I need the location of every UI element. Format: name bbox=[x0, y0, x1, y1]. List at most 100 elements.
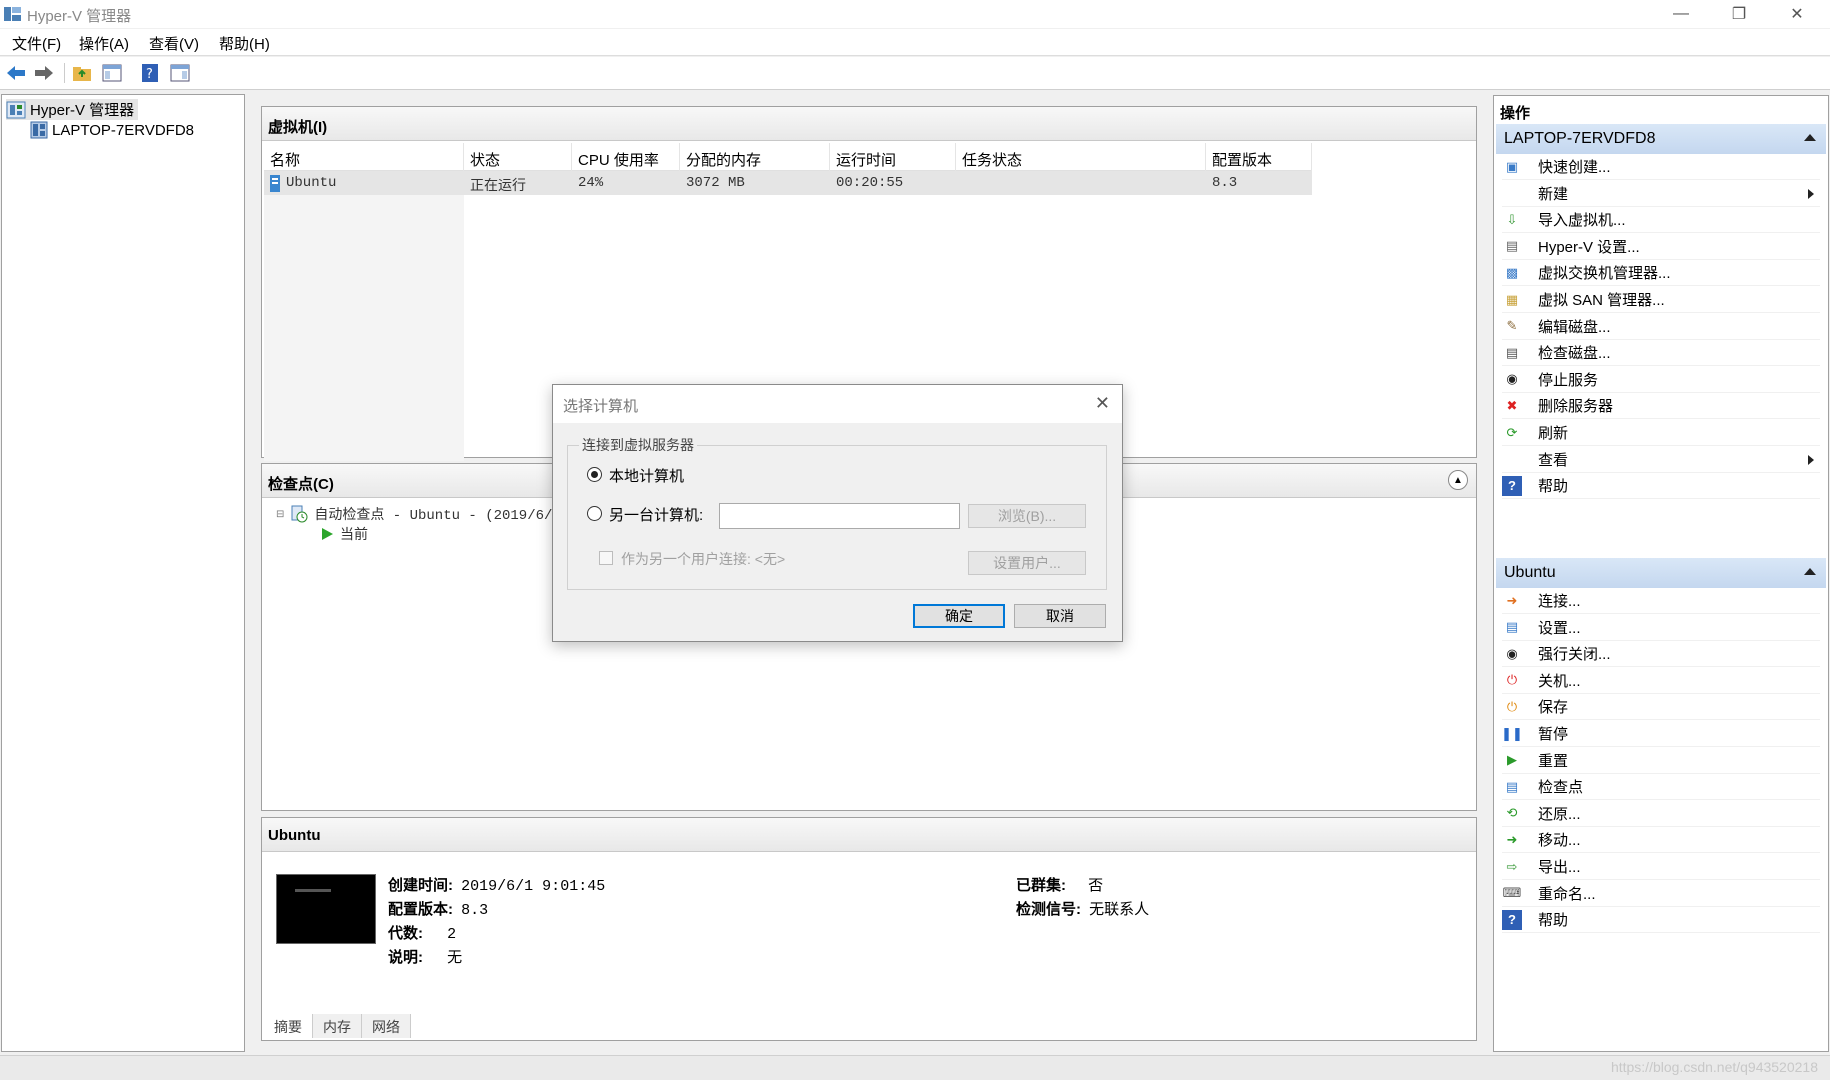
blank-icon bbox=[1502, 449, 1522, 469]
action-label: 虚拟交换机管理器... bbox=[1538, 265, 1671, 283]
column-header-cpu[interactable]: CPU 使用率 bbox=[572, 143, 680, 171]
remove-server-icon: ✖ bbox=[1506, 397, 1518, 413]
action-label: 连接... bbox=[1538, 593, 1581, 610]
action-vm-11[interactable]: ⌨ 重命名... bbox=[1502, 881, 1820, 907]
action-host-3[interactable]: ▤ Hyper-V 设置... bbox=[1502, 234, 1820, 260]
action-host-4[interactable]: ▩ 虚拟交换机管理器... bbox=[1502, 260, 1820, 287]
show-hide-action-pane-icon[interactable] bbox=[168, 61, 192, 85]
collapse-caret-icon[interactable] bbox=[1804, 134, 1816, 141]
action-host-2[interactable]: ⇩ 导入虚拟机... bbox=[1502, 207, 1820, 234]
minimize-icon[interactable]: — bbox=[1652, 0, 1710, 28]
action-vm-8[interactable]: ⟲ 还原... bbox=[1502, 801, 1820, 827]
action-label: 重置 bbox=[1538, 752, 1569, 770]
vm-thumbnail[interactable] bbox=[276, 874, 376, 944]
back-icon[interactable] bbox=[4, 61, 28, 85]
action-host-9[interactable]: ✖ 删除服务器 bbox=[1502, 393, 1820, 420]
version-value: 8.3 bbox=[461, 902, 489, 919]
actions-section-vm-label: Ubuntu bbox=[1504, 564, 1556, 581]
action-vm-5[interactable]: ❚❚ 暂停 bbox=[1501, 721, 1820, 747]
collapse-icon[interactable]: ▲ bbox=[1448, 470, 1468, 490]
vm-pane-title: 虚拟机(I) bbox=[262, 107, 1476, 141]
menu-view[interactable]: 查看(V) bbox=[149, 33, 199, 54]
vm-state-cell: 正在运行 bbox=[470, 177, 526, 193]
help-icon: ? bbox=[1502, 909, 1522, 930]
tree-root-label: Hyper-V 管理器 bbox=[30, 102, 135, 119]
close-icon[interactable]: ✕ bbox=[1768, 0, 1826, 28]
action-vm-12[interactable]: ? 帮助 bbox=[1502, 907, 1820, 934]
action-vm-0[interactable]: ➜ 连接... bbox=[1502, 588, 1820, 614]
column-header-version[interactable]: 配置版本 bbox=[1206, 143, 1312, 171]
action-label: 移动... bbox=[1538, 832, 1581, 850]
heartbeat-label: 检测信号: bbox=[1016, 901, 1081, 918]
heartbeat-value: 无联系人 bbox=[1089, 901, 1150, 918]
up-folder-icon[interactable] bbox=[70, 61, 94, 85]
help-icon[interactable]: ? bbox=[138, 61, 162, 85]
browse-button[interactable]: 浏览(B)... bbox=[968, 504, 1086, 528]
reset-icon: ▶ bbox=[1507, 752, 1517, 768]
ok-button[interactable]: 确定 bbox=[913, 604, 1005, 628]
forward-icon[interactable] bbox=[32, 61, 56, 85]
column-header-memory[interactable]: 分配的内存 bbox=[680, 143, 830, 171]
tree-node-root[interactable]: Hyper-V 管理器 bbox=[6, 99, 139, 120]
column-header-uptime[interactable]: 运行时间 bbox=[830, 143, 956, 171]
action-vm-9[interactable]: ➜ 移动... bbox=[1502, 827, 1820, 854]
navigation-tree: Hyper-V 管理器 LAPTOP-7ERVDFD8 bbox=[1, 94, 245, 1052]
group-label: 连接到虚拟服务器 bbox=[579, 435, 697, 455]
created-row: 创建时间: 2019/6/1 9:01:45 bbox=[388, 874, 605, 895]
action-host-1[interactable]: 新建 bbox=[1502, 181, 1820, 207]
show-hide-tree-icon[interactable] bbox=[100, 61, 124, 85]
cancel-button[interactable]: 取消 bbox=[1014, 604, 1106, 628]
checkpoint-auto[interactable]: ⊟ 自动检查点 - Ubuntu - (2019/6/1 bbox=[276, 504, 561, 524]
action-label: 检查点 bbox=[1538, 779, 1584, 797]
menu-action[interactable]: 操作(A) bbox=[79, 33, 129, 54]
tab-memory[interactable]: 内存 bbox=[313, 1014, 362, 1038]
restore-icon[interactable]: ❐ bbox=[1710, 0, 1768, 28]
action-vm-7[interactable]: ▤ 检查点 bbox=[1502, 774, 1820, 801]
tree-node-host[interactable]: LAPTOP-7ERVDFD8 bbox=[30, 121, 194, 139]
action-host-10[interactable]: ⟳ 刷新 bbox=[1502, 420, 1820, 446]
action-label: 编辑磁盘... bbox=[1538, 318, 1611, 336]
action-host-0[interactable]: ▣ 快速创建... bbox=[1502, 154, 1820, 180]
created-label: 创建时间: bbox=[388, 877, 453, 894]
action-vm-2[interactable]: ◉ 强行关闭... bbox=[1502, 641, 1820, 668]
action-host-11[interactable]: 查看 bbox=[1502, 447, 1820, 473]
action-host-12[interactable]: ? 帮助 bbox=[1502, 473, 1820, 500]
actions-section-host[interactable]: LAPTOP-7ERVDFD8 bbox=[1496, 124, 1826, 154]
action-vm-3[interactable]: ⏻ 关机... bbox=[1502, 668, 1820, 694]
action-label: 刷新 bbox=[1538, 425, 1569, 442]
action-host-8[interactable]: ◉ 停止服务 bbox=[1502, 367, 1820, 393]
settings-icon: ▤ bbox=[1505, 619, 1519, 635]
radio-other-computer[interactable] bbox=[587, 506, 602, 521]
action-label: 关机... bbox=[1538, 672, 1581, 690]
local-computer-label[interactable]: 本地计算机 bbox=[609, 465, 684, 486]
set-user-button[interactable]: 设置用户... bbox=[968, 551, 1086, 575]
other-computer-input[interactable] bbox=[719, 503, 960, 529]
vm-cpu-cell: 24% bbox=[578, 175, 604, 191]
menu-file[interactable]: 文件(F) bbox=[12, 33, 61, 54]
radio-local-computer[interactable] bbox=[587, 467, 602, 482]
action-vm-4[interactable]: ⏻ 保存 bbox=[1502, 694, 1820, 721]
virtual-san-icon: ▦ bbox=[1505, 291, 1519, 307]
action-vm-10[interactable]: ⇨ 导出... bbox=[1502, 854, 1820, 880]
column-header-state[interactable]: 状态 bbox=[464, 143, 572, 171]
table-row[interactable]: Ubuntu 正在运行 24% 3072 MB 00:20:55 8.3 bbox=[264, 171, 1312, 195]
collapse-caret-icon[interactable] bbox=[1804, 568, 1816, 575]
tab-summary[interactable]: 摘要 bbox=[264, 1014, 313, 1038]
submenu-arrow-icon bbox=[1808, 188, 1814, 199]
action-vm-1[interactable]: ▤ 设置... bbox=[1502, 615, 1820, 641]
menu-help[interactable]: 帮助(H) bbox=[219, 33, 270, 54]
other-computer-label[interactable]: 另一台计算机: bbox=[609, 504, 703, 525]
checkpoint-current[interactable]: 当前 bbox=[320, 524, 368, 544]
close-icon[interactable]: ✕ bbox=[1095, 393, 1110, 414]
column-header-task[interactable]: 任务状态 bbox=[956, 143, 1206, 171]
actions-section-vm[interactable]: Ubuntu bbox=[1496, 558, 1826, 588]
action-vm-6[interactable]: ▶ 重置 bbox=[1502, 748, 1820, 774]
tree-expander-icon[interactable]: ⊟ bbox=[276, 509, 284, 520]
action-host-5[interactable]: ▦ 虚拟 SAN 管理器... bbox=[1502, 287, 1820, 313]
tab-network[interactable]: 网络 bbox=[362, 1014, 411, 1038]
connect-as-user-checkbox[interactable] bbox=[599, 551, 613, 565]
hyperv-manager-icon bbox=[6, 101, 26, 118]
action-host-7[interactable]: ▤ 检查磁盘... bbox=[1502, 340, 1820, 367]
action-host-6[interactable]: ✎ 编辑磁盘... bbox=[1502, 314, 1820, 340]
column-header-name[interactable]: 名称 bbox=[264, 143, 464, 171]
